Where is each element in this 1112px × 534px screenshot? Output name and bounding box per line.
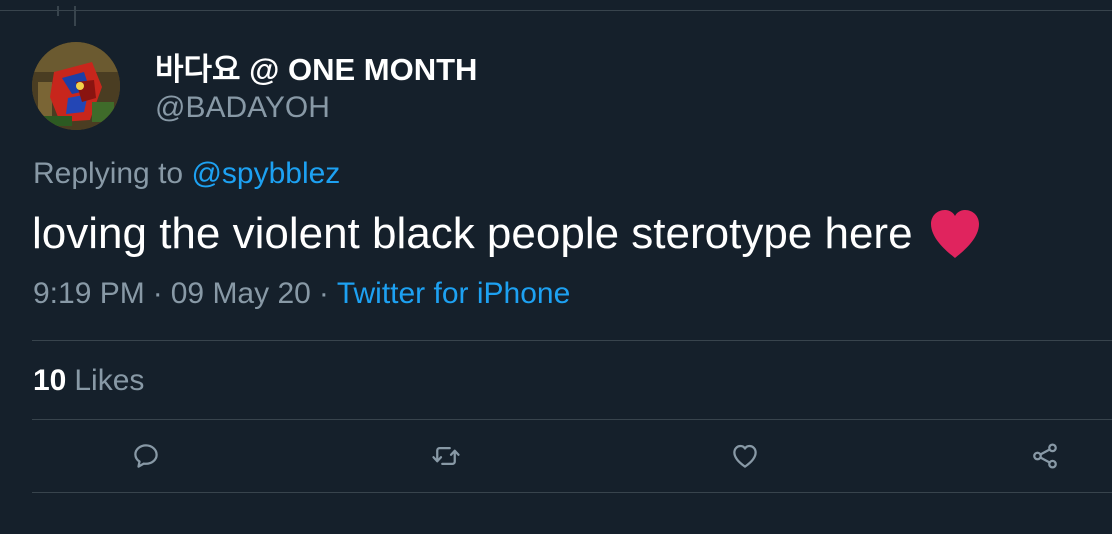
divider: [32, 492, 1112, 493]
tweet-source-link[interactable]: Twitter for iPhone: [337, 277, 570, 310]
tweet-time: 9:19 PM: [33, 277, 145, 310]
comment-bubble-icon: [134, 444, 158, 468]
avatar-image: [32, 42, 120, 130]
divider: [32, 419, 1112, 420]
replying-to-label: Replying to: [33, 157, 184, 190]
replying-to-line: Replying to @spybblez: [33, 157, 340, 191]
reply-mention-link[interactable]: @spybblez: [191, 157, 340, 190]
separator: ·: [318, 277, 329, 310]
retweet-button[interactable]: [430, 440, 462, 472]
display-name[interactable]: 바다요 @ ONE MONTH: [155, 44, 477, 89]
tweet-meta: 9:19 PM · 09 May 20 · Twitter for iPhone: [33, 277, 570, 311]
red-heart-emoji-icon: [927, 208, 983, 260]
like-button[interactable]: [729, 440, 761, 472]
share-button[interactable]: [1029, 440, 1061, 472]
thread-line-tick: [74, 6, 76, 26]
likes-stat[interactable]: 10 Likes: [33, 364, 144, 398]
avatar[interactable]: [32, 42, 120, 130]
thread-line-tick: [57, 6, 59, 16]
retweet-icon: [432, 447, 460, 465]
divider: [32, 340, 1112, 341]
likes-label: Likes: [74, 364, 145, 397]
likes-count: 10: [33, 364, 67, 397]
top-border: [0, 10, 1112, 11]
tweet-date: 09 May 20: [170, 277, 311, 310]
separator: ·: [152, 277, 163, 310]
share-icon: [1033, 443, 1057, 469]
user-handle[interactable]: @BADAYOH: [155, 91, 330, 125]
tweet-text: loving the violent black people sterotyp…: [32, 209, 913, 258]
reply-button[interactable]: [130, 440, 162, 472]
tweet-body: loving the violent black people sterotyp…: [32, 208, 983, 260]
heart-outline-icon: [733, 444, 757, 468]
